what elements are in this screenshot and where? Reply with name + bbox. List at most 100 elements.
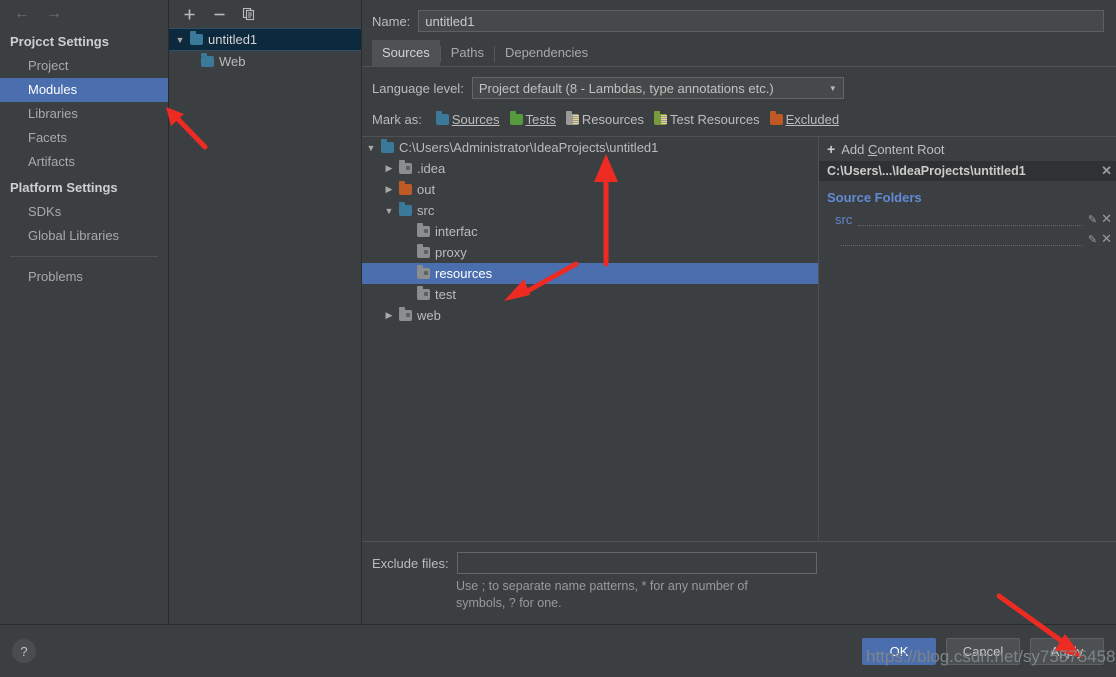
exclude-files-hint: Use ; to separate name patterns, * for a… [456,579,748,610]
tab-paths[interactable]: Paths [441,40,494,66]
navigation-arrows: ← → [0,0,168,28]
tree-row-label: test [435,287,456,302]
settings-sidebar: ← → Projcct Settings Project Modules Lib… [0,0,169,624]
add-content-root-button[interactable]: + Add Content Root [819,137,1116,161]
modules-tree: ▼ untitled1 Web [169,28,361,624]
mark-as-excluded-label: Excluded [785,112,840,127]
tree-row[interactable]: ▶ .idea [362,158,818,179]
tree-row[interactable]: ▼ C:\Users\Administrator\IdeaProjects\un… [362,137,818,158]
language-level-label: Language level: [372,80,464,96]
module-folder-icon [190,31,203,45]
source-folder-row[interactable]: src ✎ ✕ [819,209,1116,229]
content-root-header: C:\Users\...\IdeaProjects\untitled1 ✕ [819,161,1116,181]
folder-blue-icon [435,111,449,125]
content-root-details: + Add Content Root C:\Users\...\IdeaProj… [819,137,1116,541]
tree-row-label: src [417,203,435,218]
tree-row[interactable]: resources [362,263,818,284]
sidebar-item-global-libraries[interactable]: Global Libraries [0,224,168,248]
folder-green-icon [509,111,523,125]
tree-row-label: proxy [435,245,467,260]
chevron-down-icon[interactable]: ▼ [829,84,837,93]
mark-as-label: Mark as: [372,112,422,127]
mark-as-test-resources-label: Test Resources [670,112,760,127]
chevron-right-icon[interactable]: ▶ [384,310,394,321]
help-button[interactable]: ? [12,639,36,663]
folder-gray-icon [399,160,412,174]
folder-gray-icon [417,265,430,279]
module-name-input[interactable] [418,10,1104,32]
remove-module-icon[interactable] [211,6,227,22]
apply-button[interactable]: Apply [1030,637,1104,665]
back-arrow-icon[interactable]: ← [14,6,30,22]
tab-sources[interactable]: Sources [372,40,440,66]
tree-row-label: C:\Users\Administrator\IdeaProjects\unti… [399,140,659,155]
copy-module-icon[interactable] [241,6,257,22]
sidebar-item-modules[interactable]: Modules [0,78,168,102]
mark-as-resources-button[interactable]: Resources [564,111,646,128]
module-name-row: Name: [362,0,1116,40]
sidebar-item-project[interactable]: Project [0,54,168,78]
chevron-down-icon[interactable]: ▼ [384,206,394,216]
content-root-path: C:\Users\...\IdeaProjects\untitled1 [827,164,1026,178]
folder-orange-icon [769,111,783,125]
source-folder-name: src [835,211,853,227]
sidebar-group-title-platform: Platform Settings [10,180,118,195]
edit-pencil-icon[interactable]: ✎ [1088,233,1097,246]
language-level-dropdown[interactable]: Project default (8 - Lambdas, type annot… [471,77,844,99]
add-module-icon[interactable] [181,6,197,22]
mark-as-resources-label: Resources [581,112,645,127]
dotted-leader [858,213,1082,226]
sidebar-item-sdks[interactable]: SDKs [0,200,168,224]
remove-source-folder-icon[interactable]: ✕ [1101,231,1112,247]
mark-as-tests-button[interactable]: Tests [508,111,558,128]
tree-row[interactable]: proxy [362,242,818,263]
chevron-down-icon[interactable]: ▼ [175,35,185,45]
tab-dependencies[interactable]: Dependencies [495,40,598,66]
mark-as-test-resources-button[interactable]: Test Resources [652,111,762,128]
exclude-files-row: Exclude files: [372,552,1116,574]
mark-as-sources-button[interactable]: Sources [434,111,502,128]
content-area: ▼ C:\Users\Administrator\IdeaProjects\un… [362,136,1116,541]
tree-row-label: interfac [435,224,478,239]
tree-row-label: web [417,308,441,323]
sidebar-item-facets[interactable]: Facets [0,126,168,150]
tree-row[interactable]: test [362,284,818,305]
folder-gray-icon [417,286,430,300]
module-tree-item-untitled1[interactable]: ▼ untitled1 [169,28,361,51]
mark-as-excluded-button[interactable]: Excluded [768,111,841,128]
exclude-files-input[interactable] [456,552,817,574]
remove-source-folder-icon[interactable]: ✕ [1101,211,1112,227]
chevron-right-icon[interactable]: ▶ [384,163,394,174]
source-folder-row[interactable]: ✎ ✕ [819,229,1116,249]
ok-button[interactable]: OK [862,637,936,665]
sidebar-divider [10,256,158,257]
sidebar-item-artifacts[interactable]: Artifacts [0,150,168,174]
tree-row[interactable]: ▶ web [362,305,818,326]
module-tree-item-web[interactable]: Web [169,51,361,72]
plus-icon: + [827,141,836,157]
module-tabs: Sources Paths Dependencies [362,40,1116,67]
module-name-label: Name: [372,13,411,29]
dotted-leader [841,233,1082,246]
tree-row[interactable]: interfac [362,221,818,242]
folder-orange-icon [399,181,412,195]
folder-resources-icon [565,111,579,125]
remove-content-root-icon[interactable]: ✕ [1101,163,1112,179]
tree-row[interactable]: ▼ src [362,200,818,221]
language-level-row: Language level: Project default (8 - Lam… [362,67,1116,99]
forward-arrow-icon[interactable]: → [46,6,62,22]
dialog-footer: ? OK Cancel Apply [0,624,1116,677]
sidebar-item-problems[interactable]: Problems [0,265,168,289]
mark-as-tests-label: Tests [525,112,556,127]
sidebar-group-title-project: Projcct Settings [10,34,109,49]
chevron-right-icon[interactable]: ▶ [384,184,394,195]
add-content-root-label: Add Content Root [841,141,945,157]
edit-pencil-icon[interactable]: ✎ [1088,213,1097,226]
exclude-files-label: Exclude files: [372,555,449,571]
chevron-down-icon[interactable]: ▼ [366,143,376,153]
tree-row[interactable]: ▶ out [362,179,818,200]
folder-blue-icon [381,139,394,153]
cancel-button[interactable]: Cancel [946,637,1020,665]
sidebar-item-libraries[interactable]: Libraries [0,102,168,126]
tree-row-label: .idea [417,161,446,176]
